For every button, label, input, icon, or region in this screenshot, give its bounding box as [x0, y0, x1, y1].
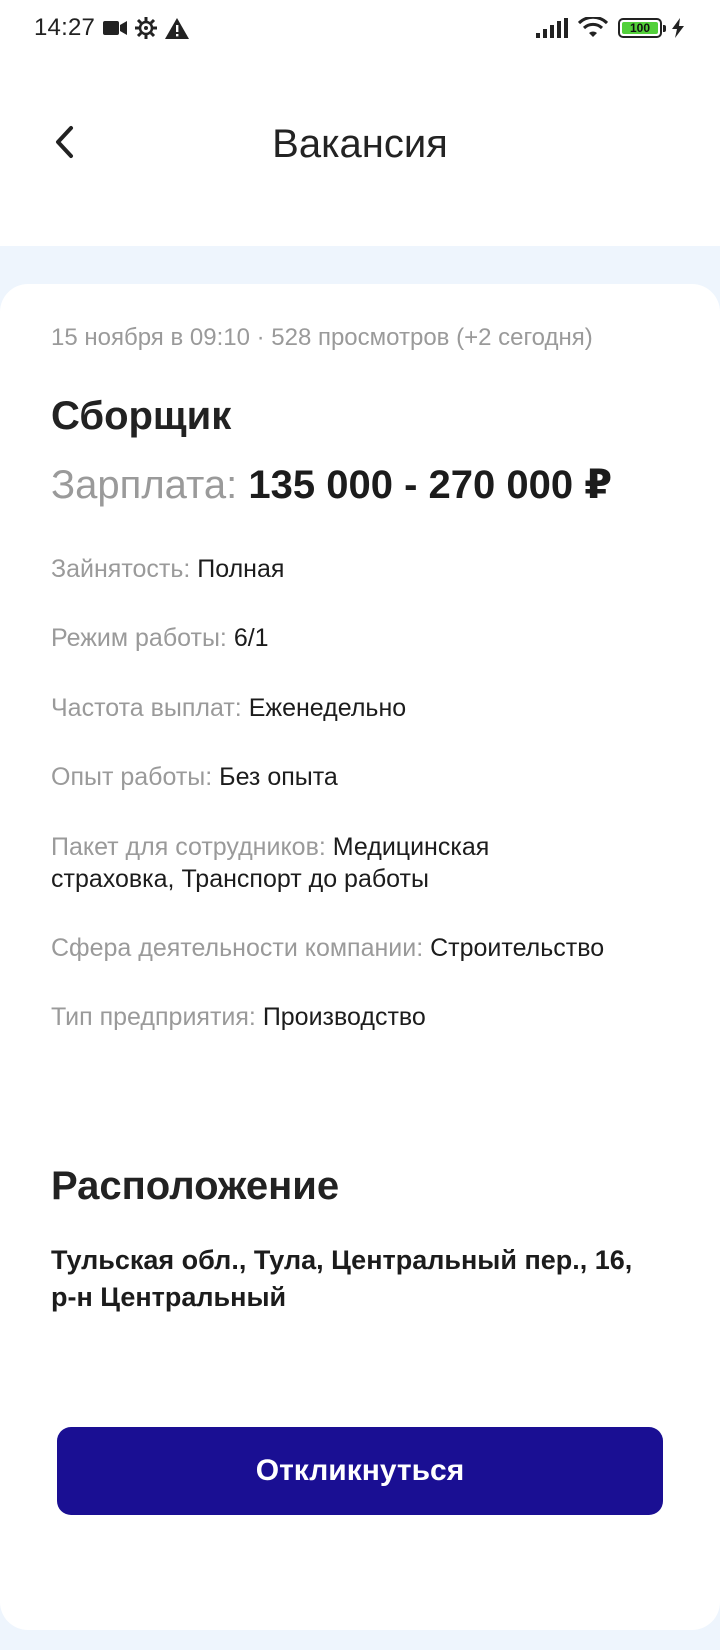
detail-payment-frequency: Частота выплат: Еженедельно: [51, 692, 671, 724]
salary: Зарплата: 135 000 - 270 000 ₽: [51, 462, 612, 508]
signal-icon: [536, 18, 568, 38]
location-title: Расположение: [51, 1164, 340, 1208]
battery-level: 100: [629, 21, 651, 35]
detail-label: Зайнятость:: [51, 555, 191, 583]
detail-schedule: Режим работы: 6/1: [51, 622, 671, 654]
vacancy-card: 15 ноября в 09:10 · 528 просмотров (+2 с…: [0, 284, 720, 1630]
detail-value: Еженедельно: [248, 694, 407, 722]
wifi-icon: [578, 17, 608, 39]
detail-value: Строительство: [430, 934, 605, 962]
detail-employment: Зайнятость: Полная: [51, 553, 671, 585]
detail-value: Полная: [197, 555, 285, 583]
detail-enterprise-type: Тип предприятия: Производство: [51, 1001, 671, 1033]
detail-label: Режим работы:: [51, 624, 227, 652]
salary-label: Зарплата:: [51, 463, 238, 507]
status-right: 100: [536, 17, 684, 39]
salary-value: 135 000 - 270 000 ₽: [248, 463, 613, 507]
page-title: Вакансия: [272, 122, 448, 166]
status-bar: 14:27 100: [0, 0, 720, 56]
detail-company-sphere: Сфера деятельности компании: Строительст…: [51, 932, 671, 964]
vacancy-meta: 15 ноября в 09:10 · 528 просмотров (+2 с…: [51, 324, 593, 351]
apply-button[interactable]: Откликнуться: [57, 1427, 663, 1515]
detail-value: 6/1: [233, 624, 269, 652]
app-header: Вакансия: [0, 56, 720, 246]
detail-label: Тип предприятия:: [51, 1003, 256, 1031]
detail-value: Без опыта: [219, 763, 338, 791]
detail-label: Сфера деятельности компании:: [51, 934, 424, 962]
detail-label: Пакет для сотрудников:: [51, 833, 326, 861]
status-left: 14:27: [34, 14, 190, 42]
job-title: Сборщик: [51, 394, 232, 438]
video-camera-icon: [103, 20, 128, 36]
detail-experience: Опыт работы: Без опыта: [51, 761, 671, 793]
detail-value: Производство: [262, 1003, 426, 1031]
location-address: Тульская обл., Тула, Центральный пер., 1…: [51, 1245, 633, 1312]
battery-icon: 100: [618, 18, 666, 38]
charging-bolt-icon: [672, 18, 684, 38]
detail-benefits: Пакет для сотрудников: Медицинская страх…: [51, 831, 571, 895]
detail-label: Опыт работы:: [51, 763, 213, 791]
status-time: 14:27: [34, 14, 96, 41]
detail-label: Частота выплат:: [51, 694, 242, 722]
settings-gear-icon: [135, 17, 158, 39]
warning-icon: [165, 17, 190, 39]
